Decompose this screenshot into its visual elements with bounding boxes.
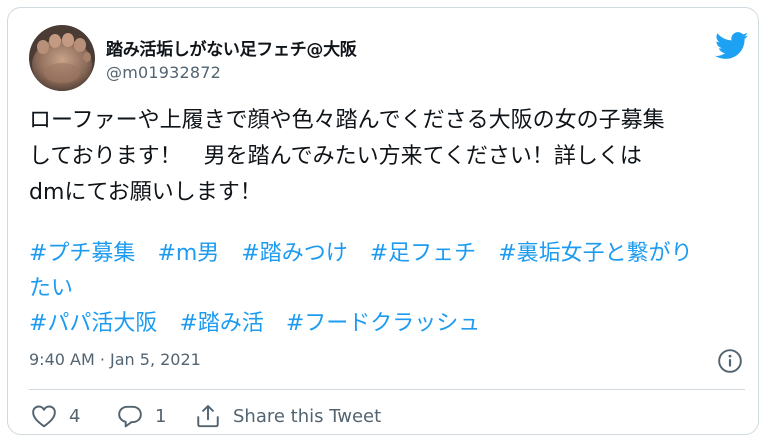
hashtag-row: #プチ募集 #m男 #踏みつけ #足フェチ #裏垢女子と繋がり [29,236,745,271]
hashtag-row: #パパ活大阪 #踏み活 #フードクラッシュ [29,306,745,341]
reply-button[interactable]: 1 [117,401,166,431]
hashtag-list: #プチ募集 #m男 #踏みつけ #足フェチ #裏垢女子と繋がり たい #パパ活大阪 #踏み… [29,236,745,341]
share-label: Share this Tweet [233,405,382,427]
like-button[interactable]: 4 [31,401,80,431]
tweet-timestamp[interactable]: 9:40 AM · Jan 5, 2021 [29,350,201,369]
tweet-card[interactable]: 踏み活垢しがない足フェチ@大阪 @m01932872 ローファーや上履きで顔や色… [7,7,759,435]
display-name[interactable]: 踏み活垢しがない足フェチ@大阪 [106,35,357,60]
user-handle[interactable]: @m01932872 [106,63,221,82]
hashtag-link[interactable]: #踏みつけ [241,241,347,266]
share-button[interactable]: Share this Tweet [195,401,381,431]
reply-bubble-icon [118,405,142,428]
reply-count: 1 [155,405,167,427]
tweet-text-line: ローファーや上履きで顔や色々踏んでくださる大阪の女の子募集 [29,108,665,133]
hashtag-link[interactable]: #裏垢女子と繋がり [498,241,692,266]
tweet-text-line: dmにてお願いします！ [29,180,262,205]
hashtag-link[interactable]: #プチ募集 [29,241,135,266]
hashtag-link[interactable]: #パパ活大阪 [29,311,157,336]
heart-icon [32,405,56,428]
hashtag-link[interactable]: #m男 [157,241,219,266]
hashtag-link-continuation[interactable]: たい [29,276,73,301]
tweet-text: ローファーや上履きで顔や色々踏んでくださる大阪の女の子募集 しております！ 男を… [29,103,745,211]
divider [29,389,745,390]
hashtag-link[interactable]: #フードクラッシュ [286,311,480,336]
share-icon [197,405,219,428]
info-icon[interactable] [717,348,743,374]
avatar[interactable] [29,25,95,91]
hashtag-row: たい [29,271,745,306]
twitter-bird-icon[interactable] [715,32,749,60]
tweet-text-line: しております！ 男を踏んでみたい方来てください！詳しくは [29,144,642,169]
like-count: 4 [69,405,81,427]
hashtag-link[interactable]: #足フェチ [370,241,476,266]
hashtag-link[interactable]: #踏み活 [179,311,263,336]
